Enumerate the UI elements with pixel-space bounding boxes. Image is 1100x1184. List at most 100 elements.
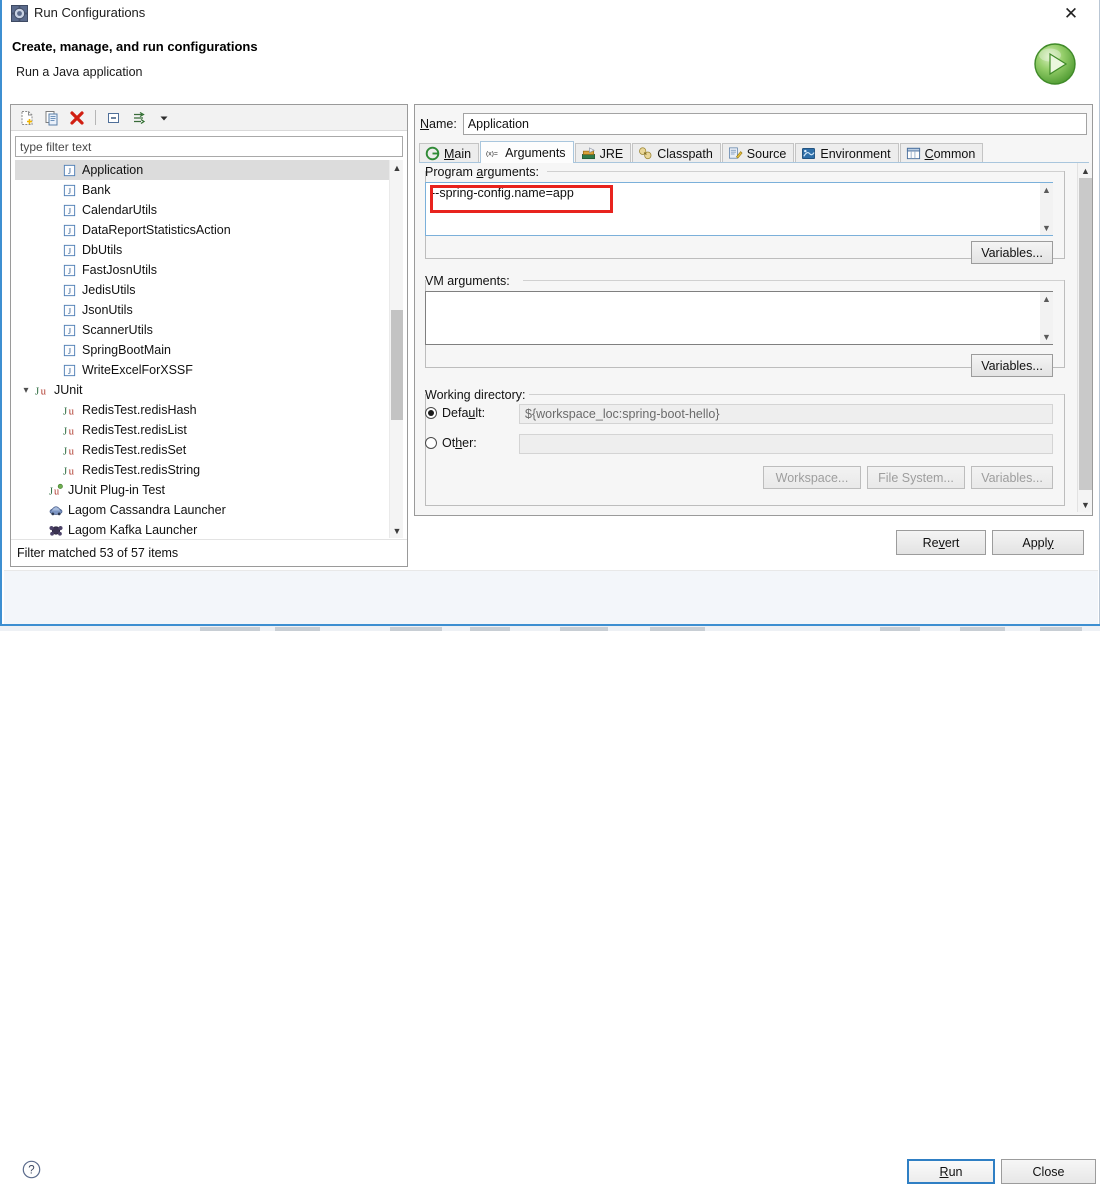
- toolbar-separator: [95, 110, 96, 125]
- svg-text:(x)=: (x)=: [486, 150, 498, 157]
- tree-item[interactable]: J WriteExcelForXSSF: [15, 360, 389, 380]
- tab-label: Arguments: [505, 145, 566, 160]
- working-dir-default-radio[interactable]: Default:: [425, 406, 485, 420]
- tree-item[interactable]: J JedisUtils: [15, 280, 389, 300]
- apply-button[interactable]: Apply: [992, 530, 1084, 555]
- copy-document-icon[interactable]: [42, 108, 62, 128]
- environment-icon: [801, 147, 816, 161]
- background-taskbar-strip: [0, 626, 1100, 631]
- tree-item-label: Lagom Cassandra Launcher: [68, 503, 226, 517]
- scroll-down-icon[interactable]: ▼: [390, 523, 403, 538]
- tree-item-label: JedisUtils: [82, 283, 136, 297]
- tree-item[interactable]: J ScannerUtils: [15, 320, 389, 340]
- tree-item-label: RedisTest.redisList: [82, 423, 187, 437]
- run-configurations-dialog: Run Configurations ✕ Create, manage, and…: [0, 0, 1100, 1184]
- program-arguments-input[interactable]: [425, 182, 1053, 236]
- arguments-tab-inner: Program arguments: ▲ ▼ Variables... VM a…: [419, 163, 1071, 512]
- dialog-titlebar: Run Configurations ✕: [2, 0, 1099, 27]
- tree-item[interactable]: Ju RedisTest.redisString: [15, 460, 389, 480]
- program-arguments-variables-button[interactable]: Variables...: [971, 241, 1053, 264]
- chevron-down-icon[interactable]: [154, 108, 174, 128]
- vm-arguments-input[interactable]: [425, 291, 1053, 345]
- jre-library-icon: [581, 147, 596, 161]
- close-dialog-button[interactable]: Close: [1001, 1159, 1096, 1184]
- editor-tabstrip: Main (x)= Arguments JRE Classpath Source Envir…: [419, 141, 1089, 163]
- working-dir-workspace-button[interactable]: Workspace...: [763, 466, 861, 489]
- scroll-up-icon[interactable]: ▲: [390, 160, 403, 175]
- classpath-jars-icon: [638, 147, 653, 161]
- run-configurations-icon: [11, 5, 28, 22]
- configuration-editor-panel: Name: Main (x)= Arguments JRE Classpath Sourc…: [414, 104, 1093, 516]
- main-green-circle-icon: [425, 146, 440, 161]
- scroll-up-icon[interactable]: ▲: [1040, 292, 1053, 306]
- tree-vertical-scrollbar[interactable]: ▲ ▼: [389, 160, 403, 538]
- working-dir-filesystem-button[interactable]: File System...: [867, 466, 965, 489]
- working-dir-other-radio[interactable]: Other:: [425, 436, 477, 450]
- tree-item-label: FastJosnUtils: [82, 263, 158, 277]
- working-dir-other-input[interactable]: [519, 434, 1053, 454]
- tab-label: Environment: [820, 146, 891, 161]
- working-dir-default-label: Default:: [442, 406, 486, 420]
- java-app-icon: J: [61, 262, 78, 278]
- vm-arguments-scrollbar[interactable]: ▲ ▼: [1040, 292, 1053, 344]
- tree-item[interactable]: J DataReportStatisticsAction: [15, 220, 389, 240]
- scroll-up-icon[interactable]: ▲: [1078, 163, 1093, 178]
- tree-item[interactable]: J Bank: [15, 180, 389, 200]
- help-question-icon[interactable]: ?: [22, 1160, 41, 1179]
- configuration-name-input[interactable]: [462, 113, 1087, 135]
- tab-source[interactable]: Source: [721, 143, 795, 163]
- radio-indicator: [425, 437, 437, 449]
- tree-rows-container: J Application J Bank J CalendarUtils J DataRepo…: [15, 160, 389, 538]
- filter-arrows-icon[interactable]: [129, 108, 149, 128]
- scroll-down-icon[interactable]: ▼: [1078, 497, 1093, 512]
- filter-input[interactable]: [15, 136, 403, 157]
- scroll-down-icon[interactable]: ▼: [1040, 330, 1053, 344]
- tree-item-label: Application: [82, 163, 144, 177]
- tree-item[interactable]: Ju RedisTest.redisSet: [15, 440, 389, 460]
- svg-text:u: u: [68, 405, 74, 417]
- lagom-kafka-icon: [47, 522, 64, 538]
- configurations-tree[interactable]: J Application J Bank J CalendarUtils J DataRepo…: [15, 160, 403, 538]
- scroll-down-icon[interactable]: ▼: [1040, 221, 1053, 235]
- editor-scroll-thumb[interactable]: [1079, 178, 1092, 490]
- tree-item[interactable]: J FastJosnUtils: [15, 260, 389, 280]
- red-x-delete-icon[interactable]: [67, 108, 87, 128]
- scroll-up-icon[interactable]: ▲: [1040, 183, 1053, 197]
- tab-arguments[interactable]: (x)= Arguments: [480, 141, 574, 163]
- tree-item-label: SpringBootMain: [82, 343, 171, 357]
- junit-icon: Ju: [61, 442, 78, 458]
- chevron-down-icon[interactable]: ▾: [19, 385, 33, 396]
- tree-item[interactable]: Ju RedisTest.redisHash: [15, 400, 389, 420]
- tree-item[interactable]: Lagom Kafka Launcher: [15, 520, 389, 538]
- working-dir-variables-button[interactable]: Variables...: [971, 466, 1053, 489]
- page-title: Create, manage, and run configurations: [12, 39, 258, 54]
- tree-item[interactable]: Ju RedisTest.redisList: [15, 420, 389, 440]
- tree-item[interactable]: Ju JUnit Plug-in Test: [15, 480, 389, 500]
- tab-common[interactable]: Common: [899, 143, 984, 163]
- revert-button[interactable]: Revert: [896, 530, 986, 555]
- tab-label: Main: [444, 146, 472, 161]
- editor-vertical-scrollbar[interactable]: ▲ ▼: [1077, 163, 1092, 512]
- java-app-icon: J: [61, 362, 78, 378]
- vm-arguments-variables-button[interactable]: Variables...: [971, 354, 1053, 377]
- close-icon[interactable]: ✕: [1049, 0, 1093, 27]
- tree-item[interactable]: J Application: [15, 160, 389, 180]
- run-button[interactable]: Run: [907, 1159, 995, 1184]
- tree-item-label: WriteExcelForXSSF: [82, 363, 193, 377]
- tab-environment[interactable]: Environment: [795, 143, 899, 163]
- tab-main[interactable]: Main: [419, 143, 480, 163]
- tab-classpath[interactable]: Classpath: [632, 143, 721, 163]
- tree-item[interactable]: J SpringBootMain: [15, 340, 389, 360]
- tab-label: Source: [746, 146, 787, 161]
- tree-item[interactable]: J DbUtils: [15, 240, 389, 260]
- tree-scroll-thumb[interactable]: [391, 310, 403, 420]
- tree-item[interactable]: Lagom Cassandra Launcher: [15, 500, 389, 520]
- tree-item[interactable]: ▾ Ju JUnit: [15, 380, 389, 400]
- tab-jre[interactable]: JRE: [574, 143, 632, 163]
- tree-item[interactable]: J CalendarUtils: [15, 200, 389, 220]
- program-arguments-scrollbar[interactable]: ▲ ▼: [1040, 183, 1053, 235]
- collapse-all-icon[interactable]: [104, 108, 124, 128]
- new-document-icon[interactable]: [17, 108, 37, 128]
- run-button-label: Run: [939, 1164, 963, 1179]
- tree-item[interactable]: J JsonUtils: [15, 300, 389, 320]
